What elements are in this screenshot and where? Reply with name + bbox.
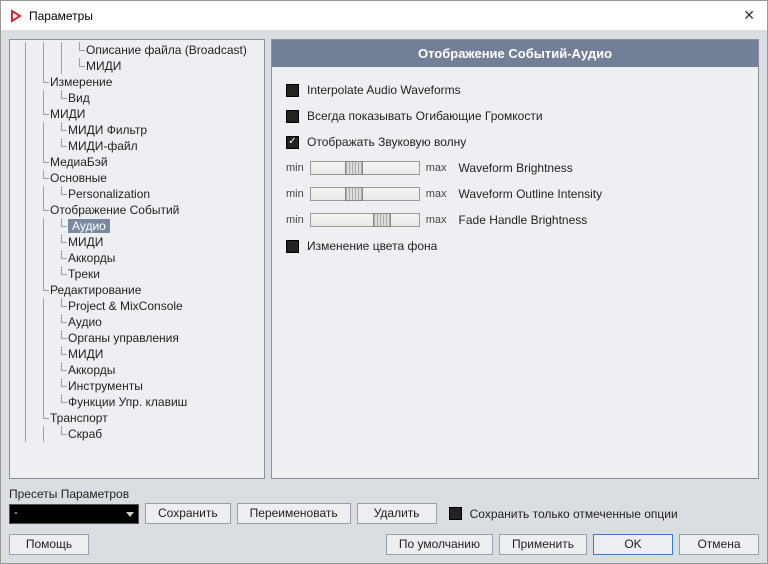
tree-item-label: Транспорт [50,411,108,425]
panel-title: Отображение Событий-Аудио [272,40,758,67]
fade-handle-label: Fade Handle Brightness [459,213,588,227]
tree-item-label: Органы управления [68,331,179,345]
tree-item-label: Измерение [50,75,112,89]
tree-item-label: Аккорды [68,363,115,377]
tree-item-label: Personalization [68,187,150,201]
dialog-body: Описание файла (Broadcast) МИДИ Измерение В… [1,31,767,563]
tree-item[interactable]: Редактирование [14,282,260,298]
tree-item[interactable]: МИДИ [14,106,260,122]
window-title: Параметры [29,9,719,23]
tree-item-label: Аккорды [68,251,115,265]
tree-item[interactable]: МИДИ-файл [14,138,260,154]
save-marked-only-checkbox[interactable] [449,507,462,520]
max-label: max [426,162,447,174]
help-button[interactable]: Помощь [9,534,89,555]
tree-item[interactable]: Органы управления [14,330,260,346]
tree-item-label: Описание файла (Broadcast) [86,43,247,57]
preset-row: Пресеты Параметров - Сохранить Переимено… [9,487,759,524]
preset-selected: - [10,505,138,521]
tree-item[interactable]: Транспорт [14,410,260,426]
tree-item[interactable]: Аудио [14,218,260,234]
fade-handle-slider[interactable] [310,213,420,227]
preset-label: Пресеты Параметров [9,487,759,501]
tree-item[interactable]: Измерение [14,74,260,90]
tree-item[interactable]: МИДИ [14,58,260,74]
tree-item-label: МИДИ-файл [68,139,138,153]
tree-item[interactable]: Функции Упр. клавиш [14,394,260,410]
tree-item[interactable]: Описание файла (Broadcast) [14,42,260,58]
cancel-button[interactable]: Отмена [679,534,759,555]
tree-item[interactable]: Аккорды [14,250,260,266]
tree-item-label: МИДИ [68,347,103,361]
min-label: min [286,162,304,174]
tree-item[interactable]: МедиаБэй [14,154,260,170]
tree-item[interactable]: Треки [14,266,260,282]
max-label: max [426,214,447,226]
tree-item-label: Вид [68,91,90,105]
category-tree[interactable]: Описание файла (Broadcast) МИДИ Измерение В… [9,39,265,479]
interpolate-checkbox[interactable] [286,84,299,97]
preset-delete-button[interactable]: Удалить [357,503,437,524]
background-color-checkbox[interactable] [286,240,299,253]
tree-item-label: МИДИ [86,59,121,73]
max-label: max [426,188,447,200]
show-waveform-checkbox[interactable] [286,136,299,149]
ok-button[interactable]: OK [593,534,673,555]
footer: Помощь По умолчанию Применить OK Отмена [9,534,759,555]
min-label: min [286,188,304,200]
tree-item[interactable]: Отображение Событий [14,202,260,218]
min-label: min [286,214,304,226]
settings-panel: Отображение Событий-Аудио Interpolate Au… [271,39,759,479]
tree-item[interactable]: Скраб [14,426,260,442]
tree-item-label: МедиаБэй [50,155,108,169]
tree-item[interactable]: Инструменты [14,378,260,394]
tree-item[interactable]: МИДИ [14,234,260,250]
preset-save-button[interactable]: Сохранить [145,503,231,524]
always-show-envelopes-label: Всегда показывать Огибающие Громкости [307,109,543,123]
tree-item-label: Треки [68,267,100,281]
tree-item-label: Отображение Событий [50,203,179,217]
always-show-envelopes-checkbox[interactable] [286,110,299,123]
tree-item[interactable]: Аккорды [14,362,260,378]
waveform-brightness-label: Waveform Brightness [459,161,573,175]
background-color-label: Изменение цвета фона [307,239,437,253]
tree-item-label: Аудио [68,315,102,329]
tree-item[interactable]: Аудио [14,314,260,330]
app-icon [9,9,23,23]
tree-item-label: Аудио [68,219,110,233]
tree-item[interactable]: МИДИ [14,346,260,362]
tree-item[interactable]: Project & MixConsole [14,298,260,314]
waveform-outline-label: Waveform Outline Intensity [459,187,603,201]
tree-item-label: Скраб [68,427,102,441]
show-waveform-label: Отображать Звуковую волну [307,135,466,149]
tree-item-label: Функции Упр. клавиш [68,395,187,409]
tree-item-label: МИДИ [50,107,85,121]
tree-item[interactable]: Personalization [14,186,260,202]
tree-item[interactable]: МИДИ Фильтр [14,122,260,138]
tree-item-label: МИДИ Фильтр [68,123,147,137]
tree-item-label: Редактирование [50,283,141,297]
tree-item-label: Project & MixConsole [68,299,183,313]
waveform-brightness-slider[interactable] [310,161,420,175]
save-marked-only-label: Сохранить только отмеченные опции [470,507,678,521]
preset-select[interactable]: - [9,504,139,524]
tree-item-label: МИДИ [68,235,103,249]
tree-item-label: Основные [50,171,107,185]
waveform-outline-slider[interactable] [310,187,420,201]
titlebar: Параметры ✕ [1,1,767,31]
tree-item-label: Инструменты [68,379,143,393]
interpolate-label: Interpolate Audio Waveforms [307,83,461,97]
tree-item[interactable]: Основные [14,170,260,186]
defaults-button[interactable]: По умолчанию [386,534,493,555]
preset-rename-button[interactable]: Переименовать [237,503,351,524]
tree-item[interactable]: Вид [14,90,260,106]
apply-button[interactable]: Применить [499,534,587,555]
close-icon[interactable]: ✕ [719,7,759,24]
